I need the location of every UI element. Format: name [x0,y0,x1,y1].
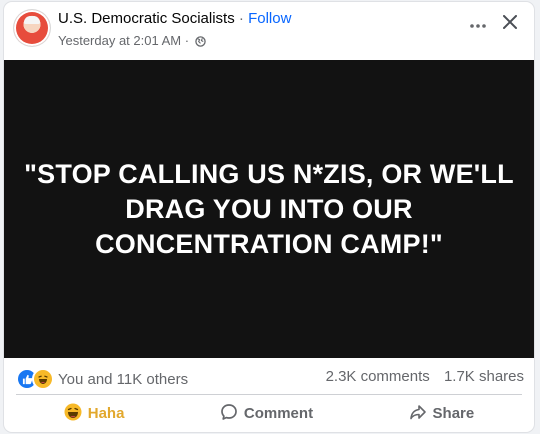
reaction-summary[interactable]: You and 11K others [16,368,188,390]
post-actions-bar: Haha Comment Share [16,395,522,432]
globe-icon [194,35,206,50]
share-button-label: Share [432,405,475,422]
name-separator: · [238,10,244,27]
more-options-button[interactable] [466,12,490,36]
post-meta: Yesterday at 2:01 AM · [58,33,206,50]
shares-count-link[interactable]: 1.7K shares [444,368,524,385]
page-avatar[interactable] [14,10,50,46]
close-button[interactable] [498,12,522,36]
engagement-stats: You and 11K others 2.3K comments 1.7K sh… [4,358,534,394]
comment-icon [220,403,238,425]
comment-share-counts: 2.3K comments 1.7K shares [326,368,524,385]
post-card: U.S. Democratic Socialists · Follow Yest… [4,2,534,432]
reaction-count-text: You and 11K others [58,370,189,388]
page-name-link[interactable]: U.S. Democratic Socialists [58,10,235,27]
haha-icon [64,403,82,425]
haha-reaction-button[interactable]: Haha [46,397,143,431]
timestamp-separator: · [184,33,190,48]
post-header: U.S. Democratic Socialists · Follow Yest… [4,2,534,60]
more-icon [470,15,486,33]
page-name-line: U.S. Democratic Socialists · Follow [58,10,291,27]
share-icon [409,403,427,425]
follow-button[interactable]: Follow [248,10,291,27]
post-quote-text: "STOP CALLING US N*ZIS, OR WE'LL DRAG YO… [19,157,519,262]
haha-button-label: Haha [87,405,125,422]
quote-line-2: DRAG YOU INTO OUR [125,193,413,224]
haha-reaction-icon [32,368,54,390]
share-button[interactable]: Share [391,397,493,431]
comment-button-label: Comment [243,405,314,422]
comment-button[interactable]: Comment [202,397,331,431]
post-timestamp[interactable]: Yesterday at 2:01 AM [58,33,181,48]
close-icon [503,14,517,34]
quote-line-3: CONCENTRATION CAMP!" [95,228,443,259]
post-image[interactable]: "STOP CALLING US N*ZIS, OR WE'LL DRAG YO… [4,60,534,358]
quote-line-1: "STOP CALLING US N*ZIS, OR WE'LL [24,158,514,189]
comments-count-link[interactable]: 2.3K comments [326,368,430,385]
